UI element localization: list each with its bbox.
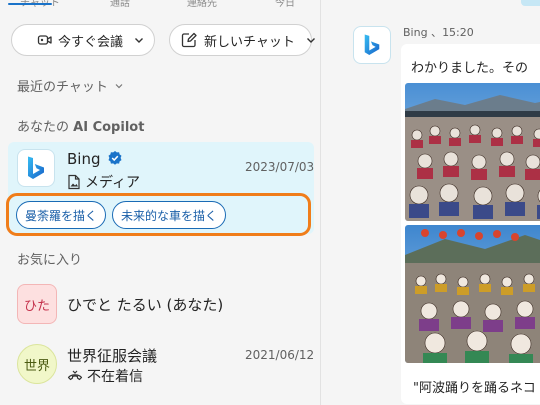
image-caption: "阿波踊りを踊るネコ — [413, 381, 536, 396]
generated-image-2-art — [405, 225, 540, 363]
message-sender: Bing — [403, 26, 428, 39]
world-conquest-avatar: 世界 — [17, 344, 57, 384]
sender-avatar — [353, 26, 391, 64]
bing-name: Bing — [67, 150, 101, 168]
chevron-down-icon — [115, 84, 123, 89]
message-meta-separator: 、 — [427, 26, 443, 39]
message-time: 15:20 — [442, 26, 474, 39]
bing-date: 2023/07/03 — [245, 160, 315, 174]
copilot-section-header: あなたの AI Copilot — [17, 116, 144, 135]
bing-logo-icon — [364, 34, 380, 55]
tab-calls[interactable]: 通話 — [110, 0, 130, 9]
self-avatar: ひた — [17, 284, 57, 324]
new-chat-button[interactable]: 新しいチャット — [169, 24, 315, 56]
favorites-header[interactable]: お気に入り — [17, 249, 82, 268]
world-conquest-name: 世界征服会議 — [67, 347, 158, 365]
conversation-pane: Bing 、15:20 わかりました。その "阿波踊りを踊るネコ — [321, 0, 540, 405]
compose-icon — [181, 32, 197, 48]
world-conquest-subtitle: 不在着信 — [87, 369, 143, 385]
tab-today[interactable]: 今日 — [275, 0, 295, 9]
video-camera-icon — [37, 35, 52, 45]
tab-contacts[interactable]: 連絡先 — [187, 0, 217, 9]
world-conquest-subtitle-row: 不在着信 — [67, 366, 143, 386]
bing-avatar — [17, 149, 55, 187]
chevron-down-icon — [306, 38, 315, 43]
meet-now-button[interactable]: 今すぐ会議 — [11, 24, 155, 56]
active-tab-indicator — [8, 3, 52, 5]
generated-image-2[interactable] — [405, 225, 540, 363]
bing-name-row: Bing — [67, 150, 123, 168]
outgoing-message-edge — [521, 0, 540, 6]
copilot-prefix: あなたの — [17, 120, 70, 135]
chat-list-pane: チャット 通話 連絡先 今日 今すぐ会議 新しいチャット 最近のチャット — [0, 0, 321, 405]
generated-image-1[interactable] — [405, 83, 540, 221]
bing-subtitle: メディア — [85, 175, 141, 191]
missed-call-icon — [67, 370, 83, 381]
world-conquest-date: 2021/06/12 — [245, 348, 315, 362]
bing-logo-icon — [28, 156, 44, 179]
suggestions-highlight-frame — [6, 193, 311, 236]
bing-subtitle-row: メディア — [67, 172, 140, 192]
meet-now-label: 今すぐ会議 — [58, 34, 124, 50]
self-name: ひでと たるい (あなた) — [67, 296, 224, 314]
generated-image-1-art — [405, 83, 540, 221]
copilot-bold: AI Copilot — [73, 120, 145, 135]
recent-chats-label: 最近のチャット — [17, 80, 108, 95]
message-text: わかりました。その — [411, 61, 529, 76]
top-tabs: チャット 通話 連絡先 今日 — [0, 0, 320, 9]
new-chat-label: 新しいチャット — [204, 34, 295, 50]
chevron-down-icon — [135, 38, 144, 43]
recent-chats-header[interactable]: 最近のチャット — [17, 76, 124, 95]
verified-badge-icon — [108, 151, 122, 165]
media-file-icon — [68, 174, 80, 190]
message-meta: Bing 、15:20 — [403, 24, 474, 40]
